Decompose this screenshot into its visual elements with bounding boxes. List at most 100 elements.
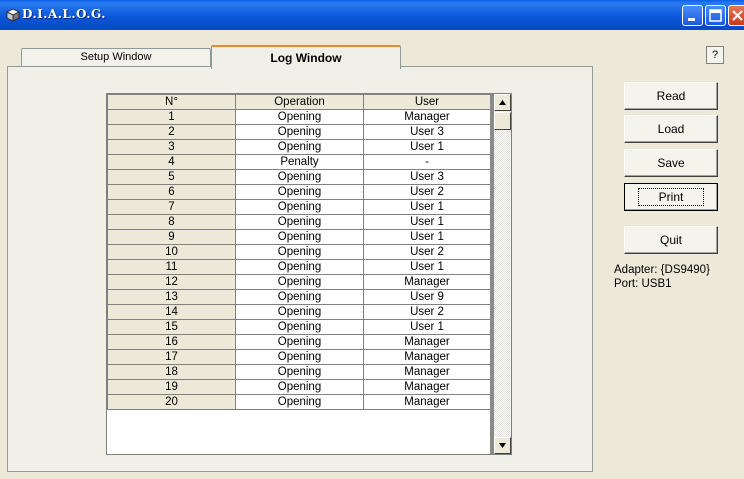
- table-row[interactable]: 13 Opening User 9: [107, 289, 491, 305]
- table-row[interactable]: 1 Opening Manager: [107, 109, 491, 125]
- user-cell[interactable]: User 1: [363, 229, 491, 245]
- operation-cell[interactable]: Opening: [235, 199, 364, 215]
- row-number-cell[interactable]: 3: [107, 139, 236, 155]
- table-row[interactable]: 14 Opening User 2: [107, 304, 491, 320]
- operation-cell[interactable]: Opening: [235, 109, 364, 125]
- title-bar[interactable]: D.I.A.L.O.G.: [0, 0, 744, 30]
- user-cell[interactable]: User 1: [363, 259, 491, 275]
- operation-cell[interactable]: Opening: [235, 274, 364, 290]
- user-cell[interactable]: User 1: [363, 199, 491, 215]
- table-row[interactable]: 2 Opening User 3: [107, 124, 491, 140]
- row-number-cell[interactable]: 13: [107, 289, 236, 305]
- row-number-cell[interactable]: 9: [107, 229, 236, 245]
- table-row[interactable]: 11 Opening User 1: [107, 259, 491, 275]
- row-number-cell[interactable]: 11: [107, 259, 236, 275]
- load-button[interactable]: Load: [624, 115, 718, 143]
- maximize-button[interactable]: [705, 5, 726, 26]
- row-number-cell[interactable]: 10: [107, 244, 236, 260]
- operation-cell[interactable]: Opening: [235, 139, 364, 155]
- table-row[interactable]: 3 Opening User 1: [107, 139, 491, 155]
- table-row[interactable]: 16 Opening Manager: [107, 334, 491, 350]
- operation-cell[interactable]: Opening: [235, 364, 364, 380]
- user-cell[interactable]: Manager: [363, 379, 491, 395]
- row-number-cell[interactable]: 15: [107, 319, 236, 335]
- row-number-cell[interactable]: 5: [107, 169, 236, 185]
- user-cell[interactable]: Manager: [363, 364, 491, 380]
- operation-cell[interactable]: Opening: [235, 394, 364, 410]
- user-cell[interactable]: -: [363, 154, 491, 170]
- operation-cell[interactable]: Opening: [235, 349, 364, 365]
- scrollbar-thumb[interactable]: [494, 112, 511, 130]
- close-button[interactable]: [728, 5, 744, 26]
- scroll-down-button[interactable]: [494, 437, 511, 454]
- print-button[interactable]: Print: [624, 183, 718, 211]
- table-row[interactable]: 19 Opening Manager: [107, 379, 491, 395]
- user-cell[interactable]: User 2: [363, 184, 491, 200]
- user-cell[interactable]: User 2: [363, 244, 491, 260]
- save-button[interactable]: Save: [624, 149, 718, 177]
- user-cell[interactable]: User 9: [363, 289, 491, 305]
- user-cell[interactable]: User 3: [363, 124, 491, 140]
- column-header-number[interactable]: N°: [107, 94, 236, 110]
- row-number-cell[interactable]: 1: [107, 109, 236, 125]
- table-row[interactable]: 8 Opening User 1: [107, 214, 491, 230]
- row-number-cell[interactable]: 12: [107, 274, 236, 290]
- quit-button[interactable]: Quit: [624, 226, 718, 254]
- tab-log-window[interactable]: Log Window: [211, 45, 401, 69]
- user-cell[interactable]: User 2: [363, 304, 491, 320]
- operation-cell[interactable]: Opening: [235, 319, 364, 335]
- scroll-up-button[interactable]: [494, 94, 511, 111]
- row-number-cell[interactable]: 4: [107, 154, 236, 170]
- operation-cell[interactable]: Opening: [235, 214, 364, 230]
- row-number-cell[interactable]: 6: [107, 184, 236, 200]
- vertical-scrollbar[interactable]: [490, 94, 511, 454]
- operation-cell[interactable]: Opening: [235, 259, 364, 275]
- user-cell[interactable]: Manager: [363, 349, 491, 365]
- table-row[interactable]: 5 Opening User 3: [107, 169, 491, 185]
- table-row[interactable]: 4 Penalty -: [107, 154, 491, 170]
- operation-cell[interactable]: Opening: [235, 229, 364, 245]
- table-row[interactable]: 6 Opening User 2: [107, 184, 491, 200]
- column-header-user[interactable]: User: [363, 94, 491, 110]
- operation-cell[interactable]: Opening: [235, 304, 364, 320]
- user-cell[interactable]: User 1: [363, 319, 491, 335]
- table-row[interactable]: 15 Opening User 1: [107, 319, 491, 335]
- table-row[interactable]: 12 Opening Manager: [107, 274, 491, 290]
- operation-cell[interactable]: Opening: [235, 169, 364, 185]
- tab-setup-window[interactable]: Setup Window: [21, 48, 211, 67]
- row-number-cell[interactable]: 7: [107, 199, 236, 215]
- table-row[interactable]: 10 Opening User 2: [107, 244, 491, 260]
- user-cell[interactable]: Manager: [363, 394, 491, 410]
- table-row[interactable]: 9 Opening User 1: [107, 229, 491, 245]
- row-number-cell[interactable]: 2: [107, 124, 236, 140]
- operation-cell[interactable]: Opening: [235, 244, 364, 260]
- table-row[interactable]: 18 Opening Manager: [107, 364, 491, 380]
- operation-cell[interactable]: Penalty: [235, 154, 364, 170]
- row-number-cell[interactable]: 18: [107, 364, 236, 380]
- table-row[interactable]: 7 Opening User 1: [107, 199, 491, 215]
- user-cell[interactable]: User 1: [363, 139, 491, 155]
- row-number-cell[interactable]: 19: [107, 379, 236, 395]
- row-number-cell[interactable]: 14: [107, 304, 236, 320]
- minimize-button[interactable]: [682, 5, 703, 26]
- row-number-cell[interactable]: 17: [107, 349, 236, 365]
- help-button[interactable]: ?: [706, 46, 724, 64]
- operation-cell[interactable]: Opening: [235, 379, 364, 395]
- user-cell[interactable]: User 1: [363, 214, 491, 230]
- user-cell[interactable]: User 3: [363, 169, 491, 185]
- operation-cell[interactable]: Opening: [235, 289, 364, 305]
- column-header-operation[interactable]: Operation: [235, 94, 364, 110]
- table-row[interactable]: 20 Opening Manager: [107, 394, 491, 410]
- read-button[interactable]: Read: [624, 82, 718, 110]
- user-cell[interactable]: Manager: [363, 109, 491, 125]
- row-number-cell[interactable]: 8: [107, 214, 236, 230]
- user-cell[interactable]: Manager: [363, 334, 491, 350]
- user-cell[interactable]: Manager: [363, 274, 491, 290]
- row-number-cell[interactable]: 16: [107, 334, 236, 350]
- operation-cell[interactable]: Opening: [235, 124, 364, 140]
- scrollbar-track[interactable]: [494, 94, 511, 454]
- operation-cell[interactable]: Opening: [235, 334, 364, 350]
- operation-cell[interactable]: Opening: [235, 184, 364, 200]
- table-row[interactable]: 17 Opening Manager: [107, 349, 491, 365]
- row-number-cell[interactable]: 20: [107, 394, 236, 410]
